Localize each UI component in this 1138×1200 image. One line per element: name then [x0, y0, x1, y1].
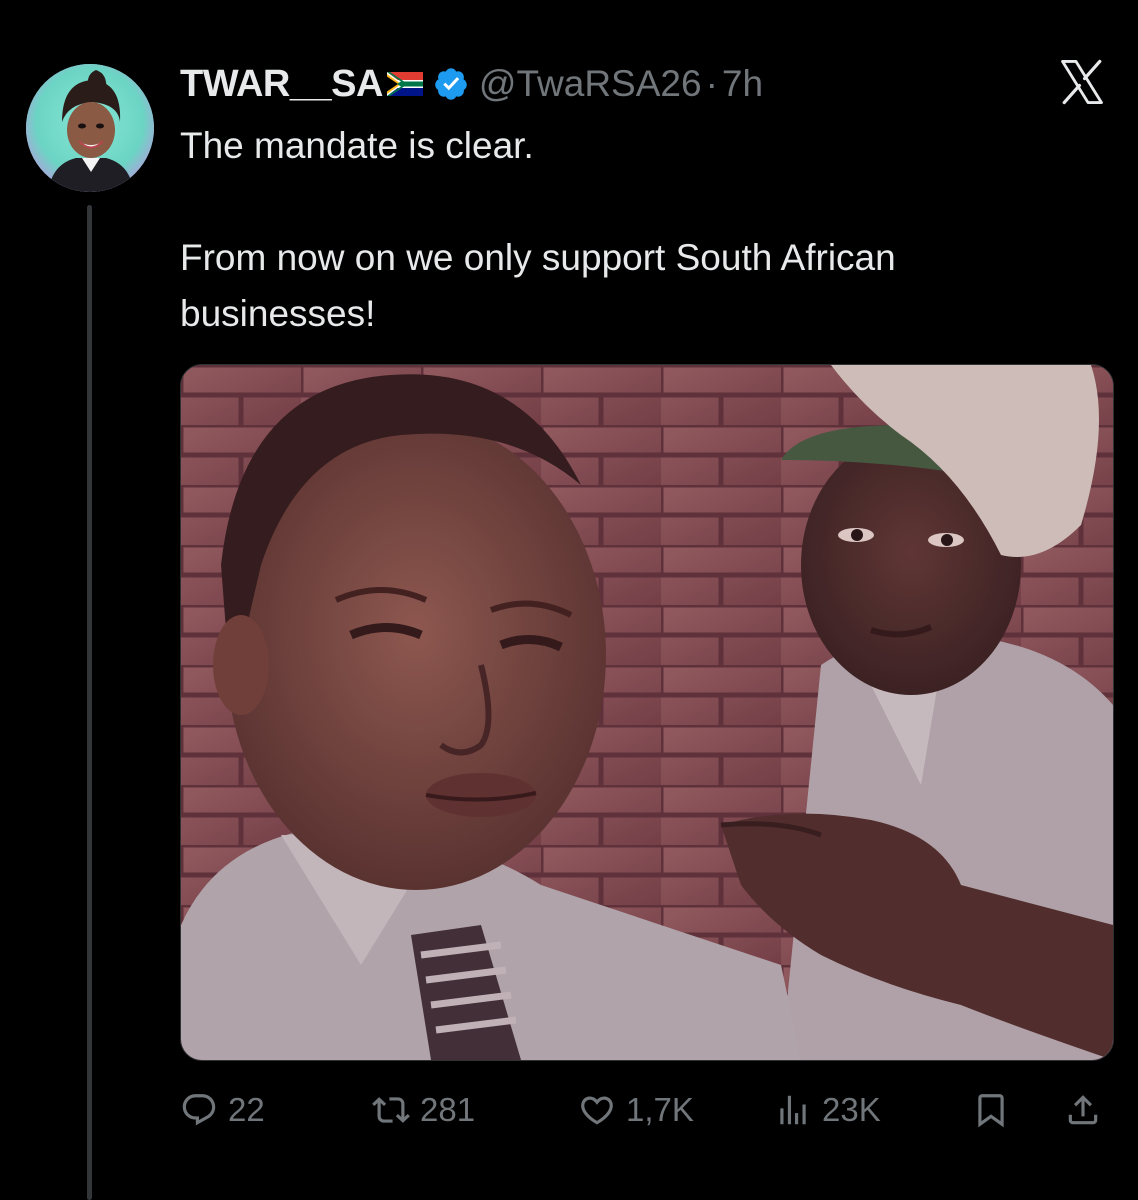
- views-icon: [774, 1091, 812, 1129]
- author-display-name[interactable]: TWAR__SA: [180, 63, 383, 106]
- views-button[interactable]: 23K: [774, 1082, 881, 1138]
- reply-button[interactable]: 22: [180, 1082, 265, 1138]
- reply-icon: [180, 1091, 218, 1129]
- repost-icon: [372, 1091, 410, 1129]
- tweet-text: The mandate is clear. From now on we onl…: [180, 118, 1080, 342]
- x-logo-icon[interactable]: [1052, 52, 1112, 112]
- repost-button[interactable]: 281: [372, 1082, 475, 1138]
- like-button[interactable]: 1,7K: [578, 1082, 694, 1138]
- like-count: 1,7K: [626, 1091, 694, 1128]
- author-handle[interactable]: @TwaRSA26: [479, 63, 702, 105]
- tweet-text-line: The mandate is clear.: [180, 125, 534, 166]
- share-button[interactable]: [1064, 1082, 1102, 1138]
- author-avatar[interactable]: [26, 64, 154, 192]
- tweet-header: TWAR__SA @TwaRSA26 · 7h: [180, 60, 763, 108]
- repost-count: 281: [420, 1091, 476, 1128]
- bookmark-icon: [972, 1091, 1010, 1129]
- share-icon: [1064, 1091, 1102, 1129]
- tweet-media-image[interactable]: [180, 364, 1114, 1061]
- reply-count: 22: [228, 1091, 265, 1128]
- views-count: 23K: [822, 1091, 881, 1128]
- tweet-timestamp[interactable]: 7h: [722, 63, 763, 105]
- verified-badge-icon: [433, 66, 469, 102]
- tweet-text-line: businesses!: [180, 293, 376, 334]
- bookmark-button[interactable]: [972, 1082, 1010, 1138]
- south-africa-flag-icon: [386, 72, 423, 96]
- tweet-text-line: From now on we only support South Africa…: [180, 237, 896, 278]
- thread-line: [87, 205, 92, 1200]
- heart-icon: [578, 1091, 616, 1129]
- tweet-action-bar: 22 281 1,7K 23K: [180, 1082, 1112, 1138]
- separator-dot: ·: [705, 63, 718, 104]
